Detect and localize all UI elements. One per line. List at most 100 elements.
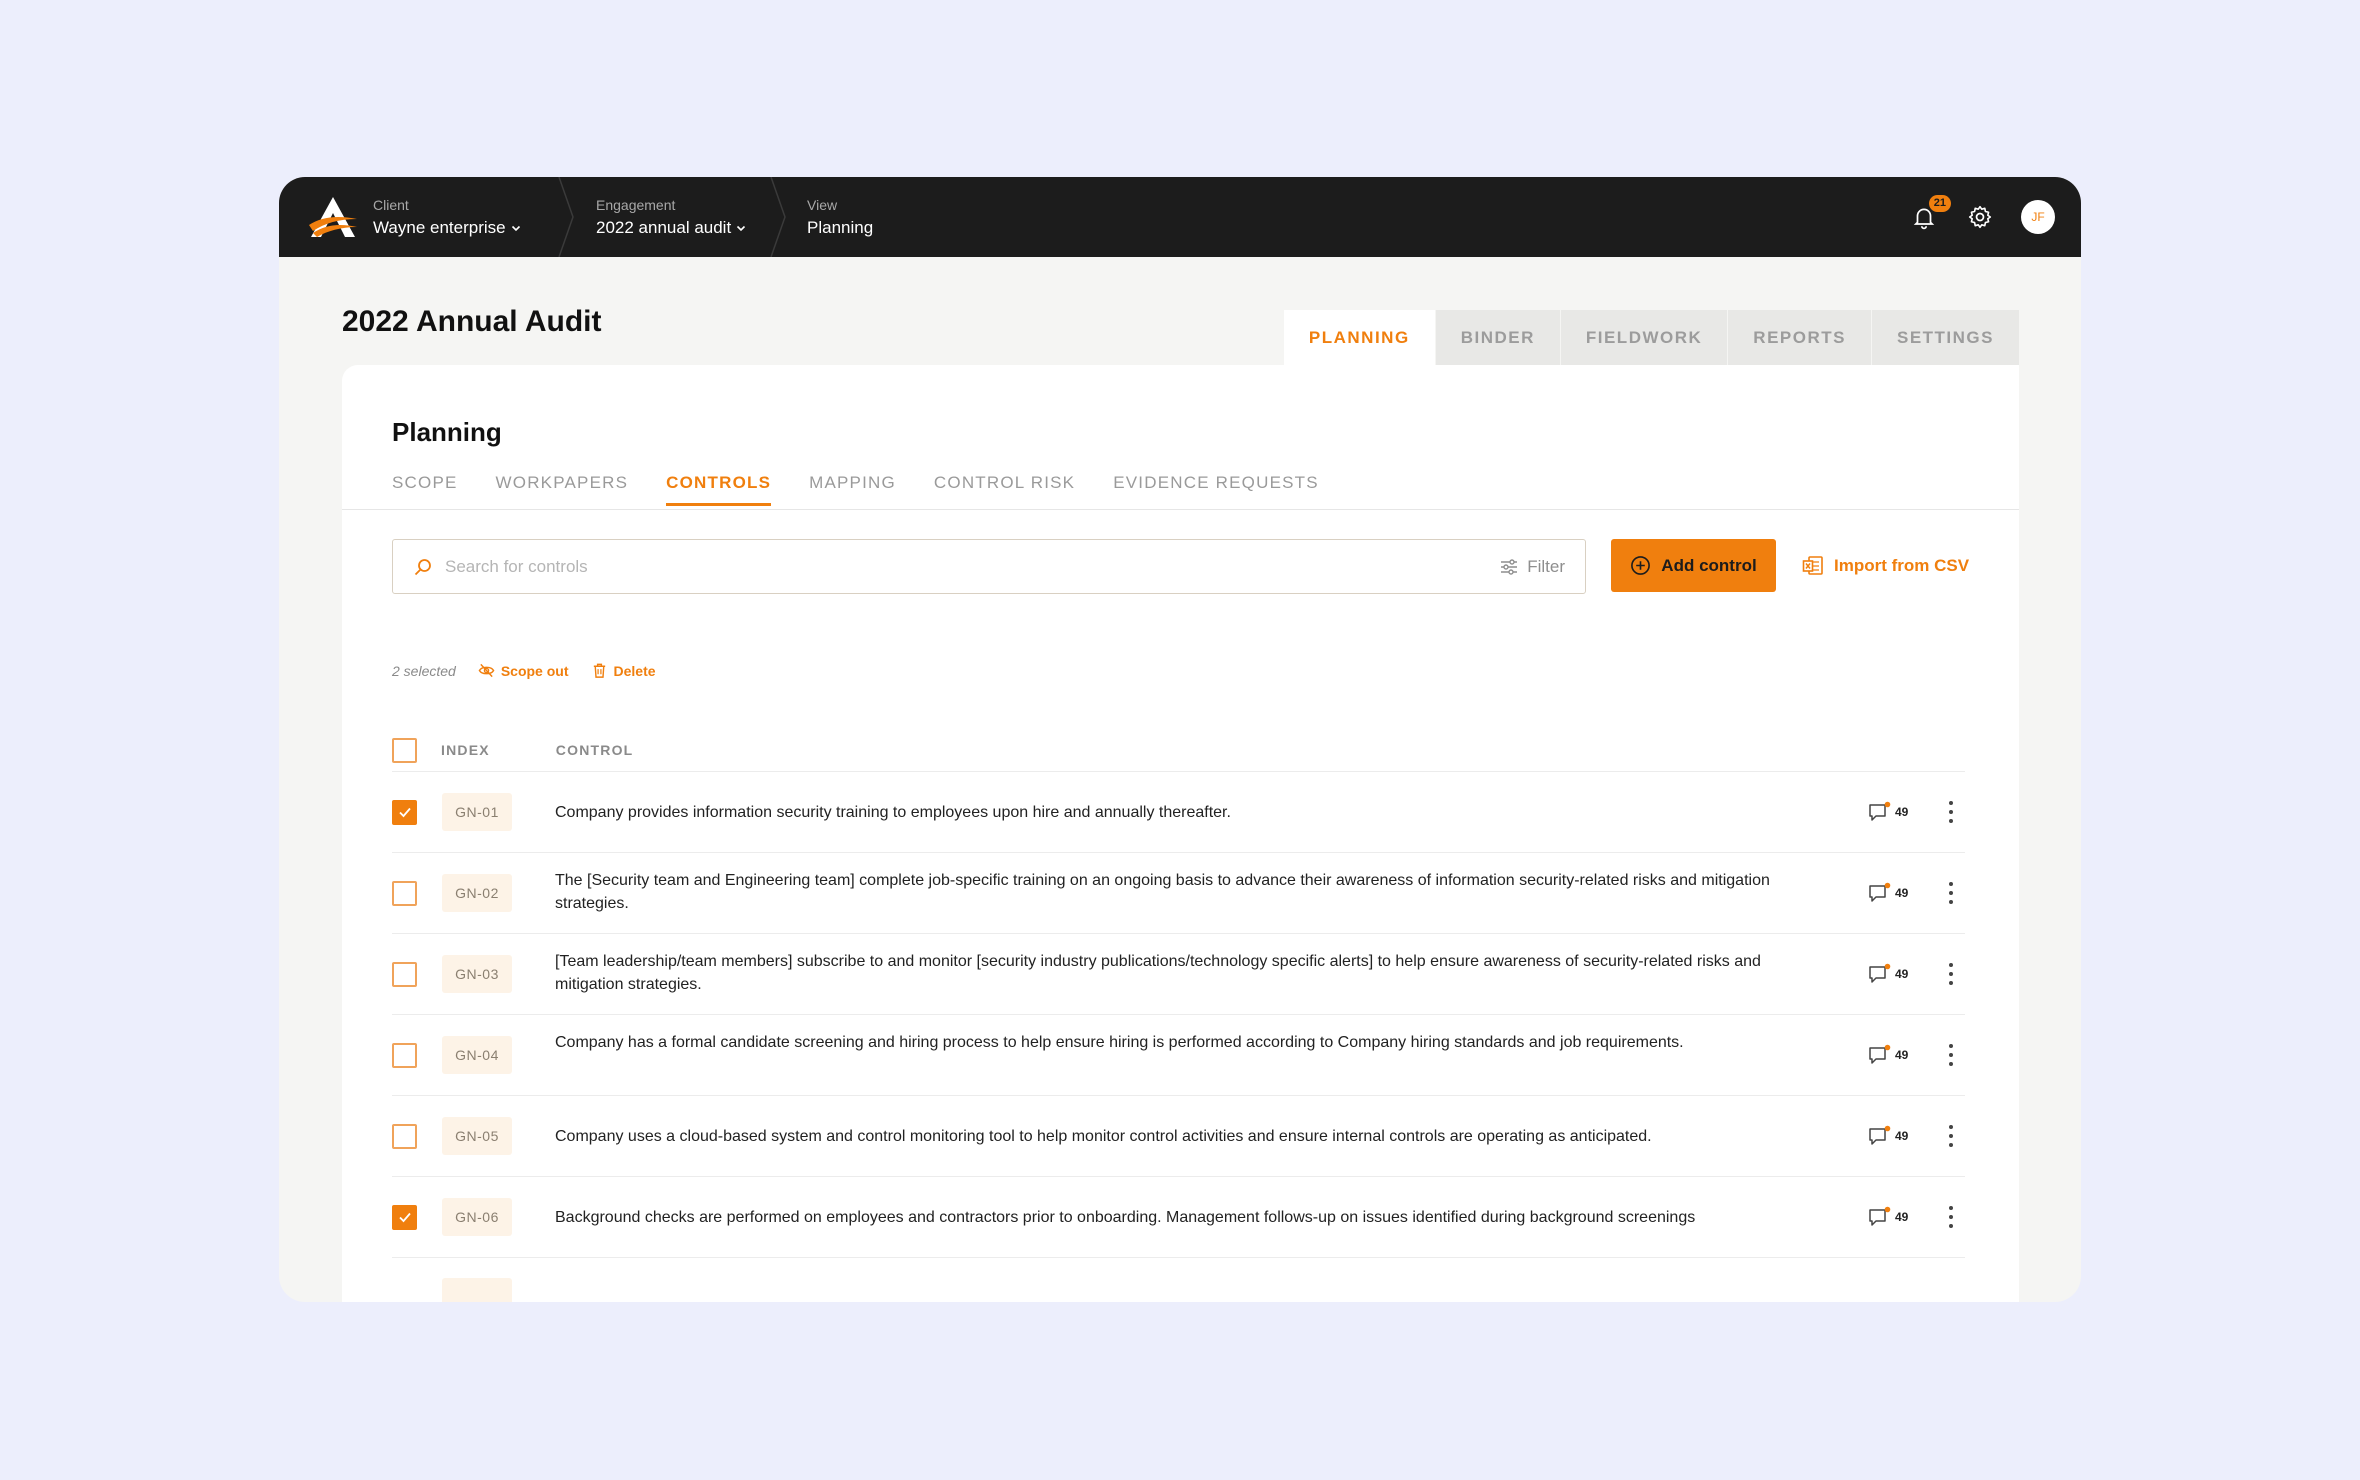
subtab-workpapers[interactable]: WORKPAPERS bbox=[496, 473, 629, 506]
comments-button[interactable]: 49 bbox=[1868, 801, 1908, 823]
import-csv-label: Import from CSV bbox=[1834, 555, 1970, 575]
table-row[interactable]: GN-01 Company provides information secur… bbox=[392, 771, 1965, 852]
row-control-text: Company has a formal candidate screening… bbox=[555, 1034, 1684, 1051]
table-row-partial bbox=[392, 1257, 1965, 1302]
tab-reports[interactable]: REPORTS bbox=[1727, 310, 1871, 365]
table-row[interactable]: GN-02 The [Security team and Engineering… bbox=[392, 852, 1965, 933]
row-more-menu[interactable] bbox=[1947, 1125, 1955, 1147]
tab-planning[interactable]: PLANNING bbox=[1282, 310, 1435, 365]
notifications-button[interactable]: 21 bbox=[1909, 195, 1951, 232]
row-checkbox[interactable] bbox=[392, 1204, 417, 1230]
search-box: Filter bbox=[392, 539, 1586, 594]
app-window: Client Wayne enterprise Engagement 2022 … bbox=[279, 177, 2081, 1302]
breadcrumb-view-label: View bbox=[807, 196, 838, 213]
trash-icon bbox=[593, 663, 605, 678]
comments-button[interactable]: 49 bbox=[1868, 1206, 1908, 1228]
eye-off-icon bbox=[478, 663, 495, 678]
comment-icon bbox=[1869, 1125, 1891, 1145]
breadcrumb-client[interactable]: Client Wayne enterprise bbox=[373, 177, 522, 257]
table-header: INDEX CONTROL bbox=[392, 729, 1965, 771]
row-more-menu[interactable] bbox=[1947, 1206, 1955, 1228]
row-control-text: The [Security team and Engineering team]… bbox=[555, 872, 1770, 912]
subtab-mapping[interactable]: MAPPING bbox=[809, 473, 896, 506]
breadcrumb-separator bbox=[558, 177, 574, 257]
subtab-evidence-requests[interactable]: EVIDENCE REQUESTS bbox=[1113, 473, 1319, 506]
settings-button[interactable] bbox=[1965, 202, 1995, 232]
comment-count: 49 bbox=[1895, 1210, 1909, 1224]
add-control-label: Add control bbox=[1661, 555, 1757, 575]
row-index: GN-05 bbox=[442, 1117, 512, 1155]
breadcrumb-client-label: Client bbox=[373, 196, 409, 213]
row-control-text: Background checks are performed on emplo… bbox=[555, 1208, 1696, 1226]
comments-button[interactable]: 49 bbox=[1868, 1044, 1908, 1066]
search-icon bbox=[414, 558, 431, 575]
top-bar: Client Wayne enterprise Engagement 2022 … bbox=[279, 177, 2081, 257]
check-icon bbox=[398, 1212, 411, 1223]
user-avatar[interactable]: JF bbox=[2021, 200, 2055, 234]
add-control-button[interactable]: Add control bbox=[1611, 539, 1776, 592]
check-icon bbox=[398, 807, 411, 818]
comments-button[interactable]: 49 bbox=[1868, 882, 1908, 904]
row-checkbox[interactable] bbox=[392, 1042, 417, 1068]
table-row[interactable]: GN-05 Company uses a cloud-based system … bbox=[392, 1095, 1965, 1176]
subtab-controls[interactable]: CONTROLS bbox=[666, 473, 772, 506]
select-all-checkbox[interactable] bbox=[392, 737, 417, 763]
tab-settings[interactable]: SETTINGS bbox=[1870, 310, 2019, 365]
app-logo-icon[interactable] bbox=[307, 195, 359, 239]
search-input[interactable] bbox=[445, 556, 1500, 577]
breadcrumb-separator bbox=[770, 177, 786, 257]
breadcrumb-engagement-value: 2022 annual audit bbox=[596, 217, 732, 237]
filter-button[interactable]: Filter bbox=[1499, 557, 1565, 577]
index-column-header: INDEX bbox=[441, 742, 490, 758]
gear-icon bbox=[1968, 205, 1992, 229]
row-more-menu[interactable] bbox=[1947, 963, 1955, 985]
tab-binder[interactable]: BINDER bbox=[1434, 310, 1560, 365]
page-title: 2022 Annual Audit bbox=[342, 305, 602, 338]
subtab-scope[interactable]: SCOPE bbox=[392, 473, 458, 506]
chevron-down-icon bbox=[511, 225, 520, 231]
delete-label: Delete bbox=[613, 662, 656, 679]
table-row[interactable]: GN-04 Company has a formal candidate scr… bbox=[392, 1014, 1965, 1095]
comments-button[interactable]: 49 bbox=[1868, 963, 1908, 985]
breadcrumb-engagement[interactable]: Engagement 2022 annual audit bbox=[596, 177, 747, 257]
breadcrumb-view[interactable]: View Planning bbox=[807, 177, 873, 257]
row-index: GN-06 bbox=[442, 1198, 512, 1236]
row-checkbox[interactable] bbox=[392, 799, 417, 825]
row-checkbox[interactable] bbox=[392, 961, 417, 987]
control-column-header: CONTROL bbox=[555, 742, 634, 758]
comment-icon bbox=[1869, 1206, 1891, 1226]
spreadsheet-icon bbox=[1802, 555, 1823, 575]
comments-button[interactable]: 49 bbox=[1868, 1125, 1908, 1147]
selection-bar: 2 selected Scope out Delete bbox=[392, 662, 656, 679]
breadcrumb-client-value: Wayne enterprise bbox=[373, 217, 506, 237]
comment-count: 49 bbox=[1895, 1048, 1909, 1062]
row-control-text: Company uses a cloud-based system and co… bbox=[555, 1127, 1652, 1145]
row-more-menu[interactable] bbox=[1947, 801, 1955, 823]
scope-out-label: Scope out bbox=[500, 662, 569, 679]
row-more-menu[interactable] bbox=[1947, 882, 1955, 904]
notification-badge: 21 bbox=[1928, 195, 1951, 212]
comment-count: 49 bbox=[1895, 805, 1909, 819]
row-checkbox[interactable] bbox=[392, 880, 417, 906]
subtab-control-risk[interactable]: CONTROL RISK bbox=[934, 473, 1075, 506]
sliders-icon bbox=[1501, 558, 1518, 575]
main-tabs: PLANNING BINDER FIELDWORK REPORTS SETTIN… bbox=[1282, 310, 2019, 365]
tab-fieldwork[interactable]: FIELDWORK bbox=[1559, 310, 1728, 365]
row-more-menu[interactable] bbox=[1947, 1044, 1955, 1066]
table-row[interactable]: GN-06 Background checks are performed on… bbox=[392, 1176, 1965, 1257]
divider bbox=[342, 509, 2019, 510]
scope-out-button[interactable]: Scope out bbox=[478, 662, 569, 679]
delete-button[interactable]: Delete bbox=[591, 662, 656, 679]
breadcrumb-engagement-label: Engagement bbox=[596, 196, 676, 213]
sub-tabs: SCOPE WORKPAPERS CONTROLS MAPPING CONTRO… bbox=[392, 473, 1357, 506]
controls-table: GN-01 Company provides information secur… bbox=[392, 771, 1965, 1302]
row-index: GN-03 bbox=[442, 955, 512, 993]
breadcrumb-view-value: Planning bbox=[807, 217, 874, 237]
table-row[interactable]: GN-03 [Team leadership/team members] sub… bbox=[392, 933, 1965, 1014]
comment-icon bbox=[1869, 801, 1891, 821]
comment-count: 49 bbox=[1895, 967, 1909, 981]
comment-count: 49 bbox=[1895, 886, 1909, 900]
row-checkbox[interactable] bbox=[392, 1123, 417, 1149]
import-csv-button[interactable]: Import from CSV bbox=[1802, 539, 1969, 592]
row-index: GN-04 bbox=[442, 1036, 512, 1074]
